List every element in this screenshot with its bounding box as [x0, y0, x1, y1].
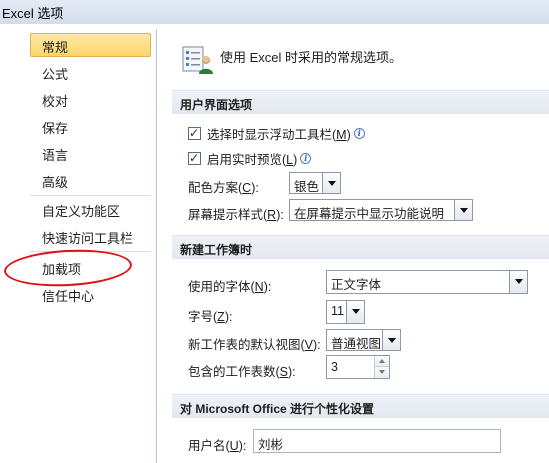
title-bar: Excel 选项	[0, 0, 549, 24]
section-new-workbook: 新建工作簿时	[172, 235, 549, 259]
spin-down-icon[interactable]	[375, 367, 389, 378]
chevron-down-icon[interactable]	[454, 200, 472, 220]
page-description: 使用 Excel 时采用的常规选项。	[220, 50, 403, 65]
font-select[interactable]: 正文字体	[326, 270, 528, 294]
window-title: Excel 选项	[2, 6, 64, 21]
sidebar-item-label: 加载项	[42, 262, 82, 277]
sidebar-item-save[interactable]: 保存	[30, 114, 151, 138]
sidebar-item-label: 公式	[42, 67, 69, 82]
section-personalize: 对 Microsoft Office 进行个性化设置	[172, 394, 549, 418]
live-preview-option[interactable]: ✓ 启用实时预览(L) i	[188, 149, 312, 167]
live-preview-checkbox[interactable]: ✓	[188, 150, 201, 165]
sidebar-item-label: 信任中心	[42, 289, 95, 304]
username-input[interactable]: 刘彬	[253, 429, 501, 453]
sidebar-item-label: 快速访问工具栏	[42, 231, 134, 246]
spin-up-icon[interactable]	[375, 356, 389, 367]
sheet-count-spinner[interactable]: 3	[326, 355, 390, 379]
sidebar-item-general[interactable]: 常规	[30, 33, 151, 57]
sidebar-item-quick-access-toolbar[interactable]: 快速访问工具栏	[30, 224, 151, 248]
screentip-style-label: 屏幕提示样式(R):	[188, 208, 284, 222]
section-ui-options: 用户界面选项	[172, 90, 549, 114]
sidebar-item-label: 自定义功能区	[42, 204, 121, 219]
chevron-down-icon[interactable]	[346, 301, 364, 323]
sidebar-item-label: 高级	[42, 175, 69, 190]
screentip-style-value: 在屏幕提示中显示功能说明	[294, 207, 445, 221]
sidebar-item-trust-center[interactable]: 信任中心	[30, 282, 151, 306]
sidebar-divider	[30, 251, 151, 252]
mini-toolbar-option[interactable]: ✓ 选择时显示浮动工具栏(M) i	[188, 124, 365, 142]
main-panel: 使用 Excel 时采用的常规选项。 用户界面选项 ✓ 选择时显示浮动工具栏(M…	[158, 29, 549, 463]
sheet-count-label: 包含的工作表数(S):	[188, 365, 296, 379]
default-view-value: 普通视图	[331, 337, 382, 351]
mini-toolbar-checkbox[interactable]: ✓	[188, 125, 201, 140]
info-icon: i	[353, 127, 365, 139]
general-options-icon	[182, 46, 213, 74]
sheet-count-value: 3	[331, 360, 338, 374]
sidebar-item-proofing[interactable]: 校对	[30, 87, 151, 111]
chevron-down-icon[interactable]	[509, 271, 527, 293]
sidebar-item-label: 保存	[42, 121, 69, 136]
sidebar-item-advanced[interactable]: 高级	[30, 168, 151, 192]
screentip-style-select[interactable]: 在屏幕提示中显示功能说明	[289, 199, 473, 221]
excel-options-dialog: Excel 选项 常规 公式 校对 保存 语言 高级 自定义功能区 快速访问工具…	[0, 0, 549, 463]
color-scheme-value: 银色	[294, 180, 320, 194]
sidebar-item-formulas[interactable]: 公式	[30, 60, 151, 84]
color-scheme-select[interactable]: 银色	[289, 172, 341, 194]
sidebar-item-label: 常规	[42, 40, 69, 55]
sidebar-item-customize-ribbon[interactable]: 自定义功能区	[30, 197, 151, 221]
spinner-buttons	[374, 356, 389, 378]
font-size-label: 字号(Z):	[188, 310, 233, 324]
font-size-select[interactable]: 11	[326, 300, 365, 324]
username-value: 刘彬	[258, 438, 284, 452]
live-preview-label: 启用实时预览(L)	[207, 152, 298, 167]
font-value: 正文字体	[331, 278, 382, 292]
font-size-value: 11	[331, 304, 344, 318]
username-label: 用户名(U):	[188, 439, 247, 453]
default-view-label: 新工作表的默认视图(V):	[188, 338, 321, 352]
sidebar-item-label: 语言	[42, 148, 69, 163]
font-label: 使用的字体(N):	[188, 280, 272, 294]
chevron-down-icon[interactable]	[382, 330, 400, 350]
sidebar-item-language[interactable]: 语言	[30, 141, 151, 165]
check-mark-icon: ✓	[189, 150, 200, 165]
sidebar-divider	[30, 195, 151, 196]
mini-toolbar-label: 选择时显示浮动工具栏(M)	[207, 127, 351, 142]
check-mark-icon: ✓	[189, 125, 200, 140]
chevron-down-icon[interactable]	[322, 173, 340, 193]
color-scheme-label: 配色方案(C):	[188, 181, 259, 195]
info-icon: i	[300, 152, 312, 164]
default-view-select[interactable]: 普通视图	[326, 329, 401, 351]
sidebar: 常规 公式 校对 保存 语言 高级 自定义功能区 快速访问工具栏 加载项 信任中…	[24, 29, 157, 463]
sidebar-item-label: 校对	[42, 94, 69, 109]
sidebar-item-add-ins[interactable]: 加载项	[30, 255, 151, 279]
